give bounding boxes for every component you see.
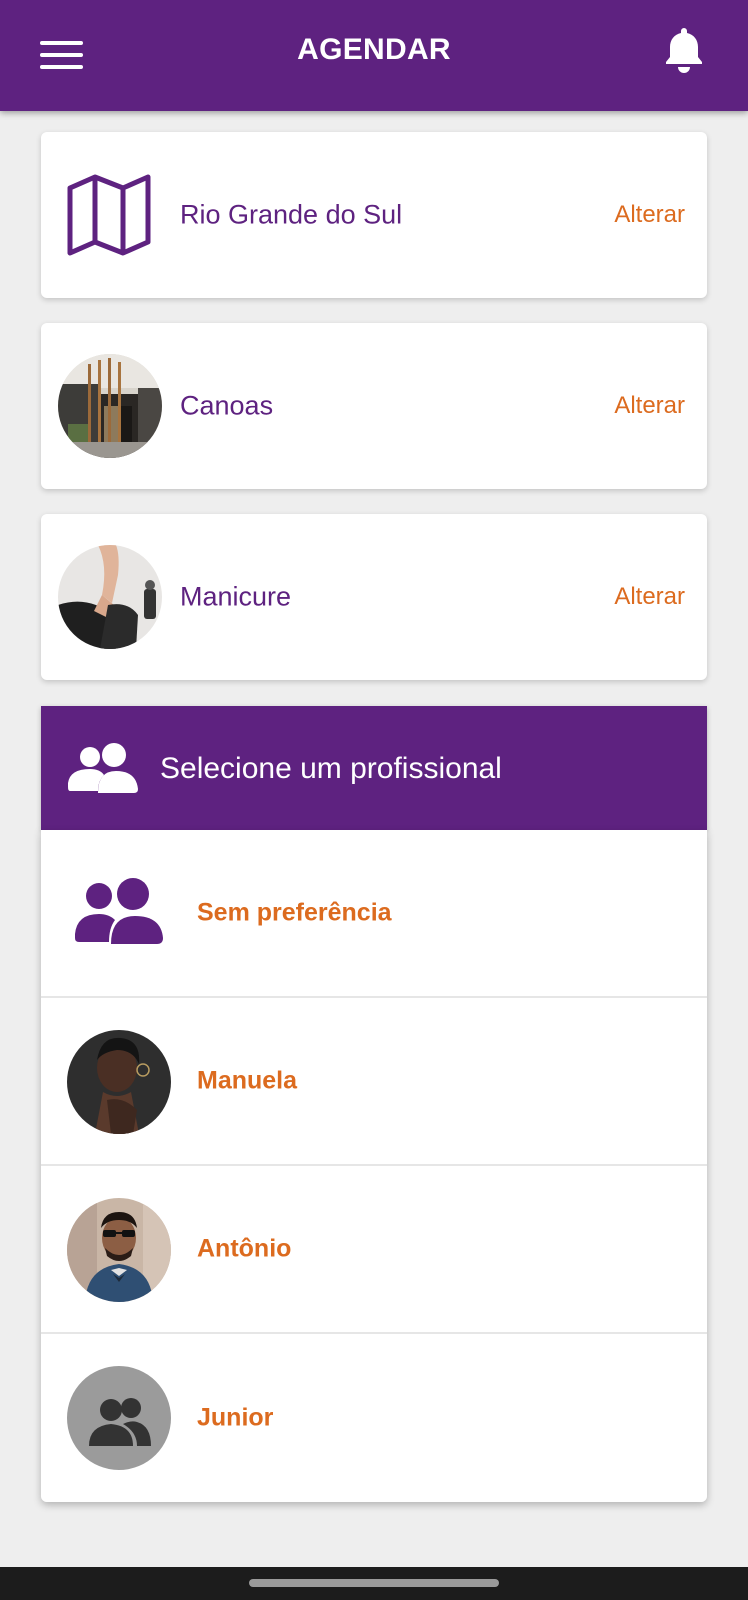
- bell-icon[interactable]: [664, 26, 714, 80]
- change-state-button[interactable]: Alterar: [614, 201, 685, 229]
- professional-name: Manuela: [197, 1066, 298, 1095]
- city-card: Canoas Alterar: [41, 323, 707, 489]
- home-gesture-handle[interactable]: [249, 1579, 499, 1587]
- avatar: [67, 1030, 171, 1134]
- professional-name: Sem preferência: [197, 898, 392, 927]
- service-photo: [58, 545, 162, 649]
- professionals-title: Selecione um profissional: [160, 752, 502, 785]
- change-service-button[interactable]: Alterar: [614, 583, 685, 611]
- professional-name: Antônio: [197, 1234, 292, 1263]
- professional-no-preference[interactable]: Sem preferência: [41, 830, 707, 998]
- state-label: Rio Grande do Sul: [180, 199, 403, 230]
- professional-manuela[interactable]: Manuela: [41, 998, 707, 1166]
- users-icon: [75, 878, 163, 944]
- service-card: Manicure Alterar: [41, 514, 707, 680]
- professional-antonio[interactable]: Antônio: [41, 1166, 707, 1334]
- avatar: [67, 1198, 171, 1302]
- map-icon: [67, 174, 151, 256]
- service-label: Manicure: [180, 581, 292, 612]
- default-avatar-icon: [67, 1366, 171, 1470]
- state-card: Rio Grande do Sul Alterar: [41, 132, 707, 298]
- change-city-button[interactable]: Alterar: [614, 392, 685, 420]
- city-label: Canoas: [180, 390, 274, 421]
- city-photo: [58, 354, 162, 458]
- professional-list: Sem preferência Manuela Antônio Junior: [41, 830, 707, 1502]
- app-bar: AGENDAR: [0, 0, 748, 111]
- system-nav-bar: [0, 1567, 748, 1600]
- professional-name: Junior: [197, 1403, 274, 1432]
- page-title: AGENDAR: [297, 33, 451, 66]
- professional-junior[interactable]: Junior: [41, 1334, 707, 1502]
- professionals-header: Selecione um profissional: [41, 706, 707, 830]
- users-icon: [68, 743, 138, 793]
